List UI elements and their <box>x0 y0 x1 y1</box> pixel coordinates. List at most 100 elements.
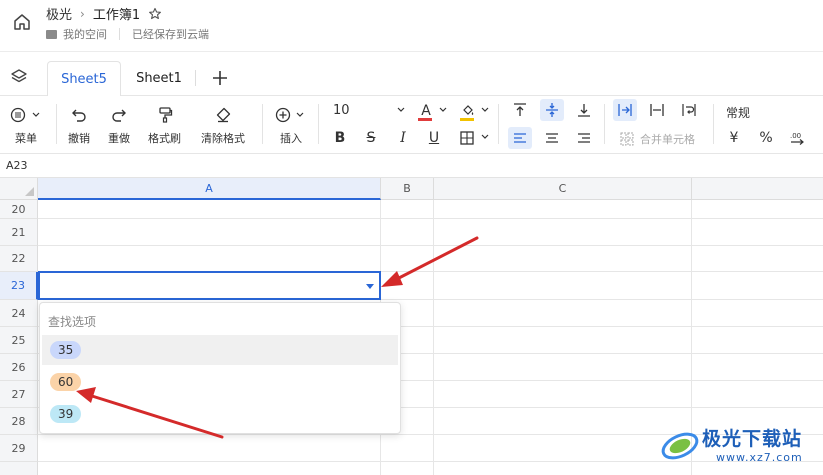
folder-icon <box>46 29 57 39</box>
row-header-23[interactable]: 23 <box>0 272 38 300</box>
divider <box>604 104 605 144</box>
watermark-logo-icon <box>661 432 699 460</box>
redo-button[interactable]: 重做 <box>108 104 130 146</box>
grid-line <box>38 218 823 219</box>
percent-format-button[interactable]: % <box>754 127 778 149</box>
fill-color-swatch <box>460 118 474 121</box>
align-bottom-button[interactable] <box>572 99 596 121</box>
dropdown-option-39[interactable]: 39 <box>42 399 398 429</box>
row-header-26[interactable]: 26 <box>0 354 38 381</box>
watermark-title: 极光下载站 <box>702 428 803 450</box>
insert-icon <box>275 107 304 123</box>
star-icon[interactable] <box>148 7 162 21</box>
grid-line <box>433 200 434 475</box>
select-all-corner[interactable] <box>0 178 38 200</box>
underline-button[interactable]: U <box>422 127 446 149</box>
save-status: 已经保存到云端 <box>132 28 209 41</box>
font-size-select[interactable]: 10 <box>333 103 350 118</box>
watermark: 极光下载站 www.xz7.com <box>658 420 818 470</box>
divider <box>713 104 714 144</box>
align-middle-button[interactable] <box>540 99 564 121</box>
undo-button[interactable]: 撤销 <box>68 104 90 146</box>
layers-icon[interactable] <box>10 68 28 86</box>
menu-icon <box>10 107 40 123</box>
align-top-button[interactable] <box>508 99 532 121</box>
text-overflow-button[interactable] <box>613 99 637 121</box>
borders-button[interactable] <box>455 127 479 149</box>
location-link[interactable]: 我的空间 <box>63 26 107 42</box>
sheet-tabs-bar: Sheet5 Sheet1 <box>0 52 823 96</box>
dropdown-option-35[interactable]: 35 <box>42 335 398 365</box>
option-search-input[interactable] <box>48 315 388 329</box>
row-header-24[interactable]: 24 <box>0 300 38 327</box>
redo-icon <box>112 109 126 122</box>
align-bottom-icon <box>578 104 590 117</box>
document-title[interactable]: 工作簿1 <box>93 4 140 23</box>
align-left-button[interactable] <box>508 127 532 149</box>
row-header-28[interactable]: 28 <box>0 408 38 435</box>
breadcrumb-app[interactable]: 极光 <box>46 4 72 23</box>
add-sheet-icon[interactable] <box>210 68 230 88</box>
tab-sheet5[interactable]: Sheet5 <box>47 61 121 96</box>
dropdown-trigger-icon[interactable] <box>366 284 374 289</box>
watermark-url: www.xz7.com <box>716 451 803 464</box>
decimal-format-button[interactable]: .00 <box>786 127 810 149</box>
text-wrap-icon <box>682 104 696 116</box>
clear-format-button[interactable]: 清除格式 <box>201 104 245 146</box>
column-header-a[interactable]: A <box>38 178 381 200</box>
undo-label: 撤销 <box>68 132 90 145</box>
option-chip: 39 <box>50 405 82 423</box>
row-header-22[interactable]: 22 <box>0 246 38 272</box>
currency-format-button[interactable]: ¥ <box>722 127 746 149</box>
column-header-b[interactable]: B <box>381 178 434 200</box>
undo-icon <box>72 109 86 122</box>
option-chip: 35 <box>50 341 82 359</box>
bold-button[interactable]: B <box>328 127 352 149</box>
row-header-21[interactable]: 21 <box>0 219 38 246</box>
dropdown-list: 35 60 39 <box>39 302 401 434</box>
divider <box>498 104 499 144</box>
format-painter-icon <box>158 107 172 123</box>
insert-label: 插入 <box>280 132 302 145</box>
column-header-c[interactable]: C <box>434 178 692 200</box>
merge-cells-button[interactable]: 合并单元格 <box>620 131 695 147</box>
text-clip-icon <box>650 104 664 116</box>
text-clip-button[interactable] <box>645 99 669 121</box>
align-middle-icon <box>546 103 558 117</box>
number-format-select[interactable]: 常规 <box>726 104 750 121</box>
selected-cell-a23[interactable] <box>38 271 381 300</box>
chevron-down-icon[interactable] <box>481 134 489 140</box>
home-icon[interactable] <box>10 10 34 34</box>
divider <box>318 104 319 144</box>
strikethrough-button[interactable]: S <box>359 127 383 149</box>
row-header-27[interactable]: 27 <box>0 381 38 408</box>
cell-reference[interactable]: A23 <box>6 159 28 172</box>
italic-button[interactable]: I <box>391 127 415 149</box>
menu-button[interactable]: 菜单 <box>9 104 43 146</box>
text-wrap-button[interactable] <box>677 99 701 121</box>
row-header-20[interactable]: 20 <box>0 200 38 219</box>
merge-cells-label: 合并单元格 <box>640 133 695 146</box>
dropdown-option-60[interactable]: 60 <box>42 367 398 397</box>
row-header-29[interactable]: 29 <box>0 435 38 462</box>
chevron-down-icon[interactable] <box>439 107 447 113</box>
align-center-button[interactable] <box>540 127 564 149</box>
row-header-25[interactable]: 25 <box>0 327 38 354</box>
decimal-icon: .00 <box>790 132 804 145</box>
chevron-down-icon[interactable] <box>481 107 489 113</box>
doc-meta: 我的空间 已经保存到云端 <box>46 26 209 42</box>
menu-label: 菜单 <box>15 132 37 145</box>
tab-sheet1[interactable]: Sheet1 <box>128 61 190 96</box>
align-center-icon <box>546 133 558 143</box>
option-chip: 60 <box>50 373 82 391</box>
format-painter-label: 格式刷 <box>148 132 181 145</box>
format-painter-button[interactable]: 格式刷 <box>148 104 181 146</box>
insert-button[interactable]: 插入 <box>274 104 308 146</box>
divider <box>262 104 263 144</box>
redo-label: 重做 <box>108 132 130 145</box>
grid-line <box>38 245 823 246</box>
text-overflow-icon <box>618 104 632 116</box>
title-bar: 极光 › 工作簿1 我的空间 已经保存到云端 <box>0 0 823 52</box>
align-right-button[interactable] <box>572 127 596 149</box>
chevron-down-icon[interactable] <box>397 107 405 113</box>
